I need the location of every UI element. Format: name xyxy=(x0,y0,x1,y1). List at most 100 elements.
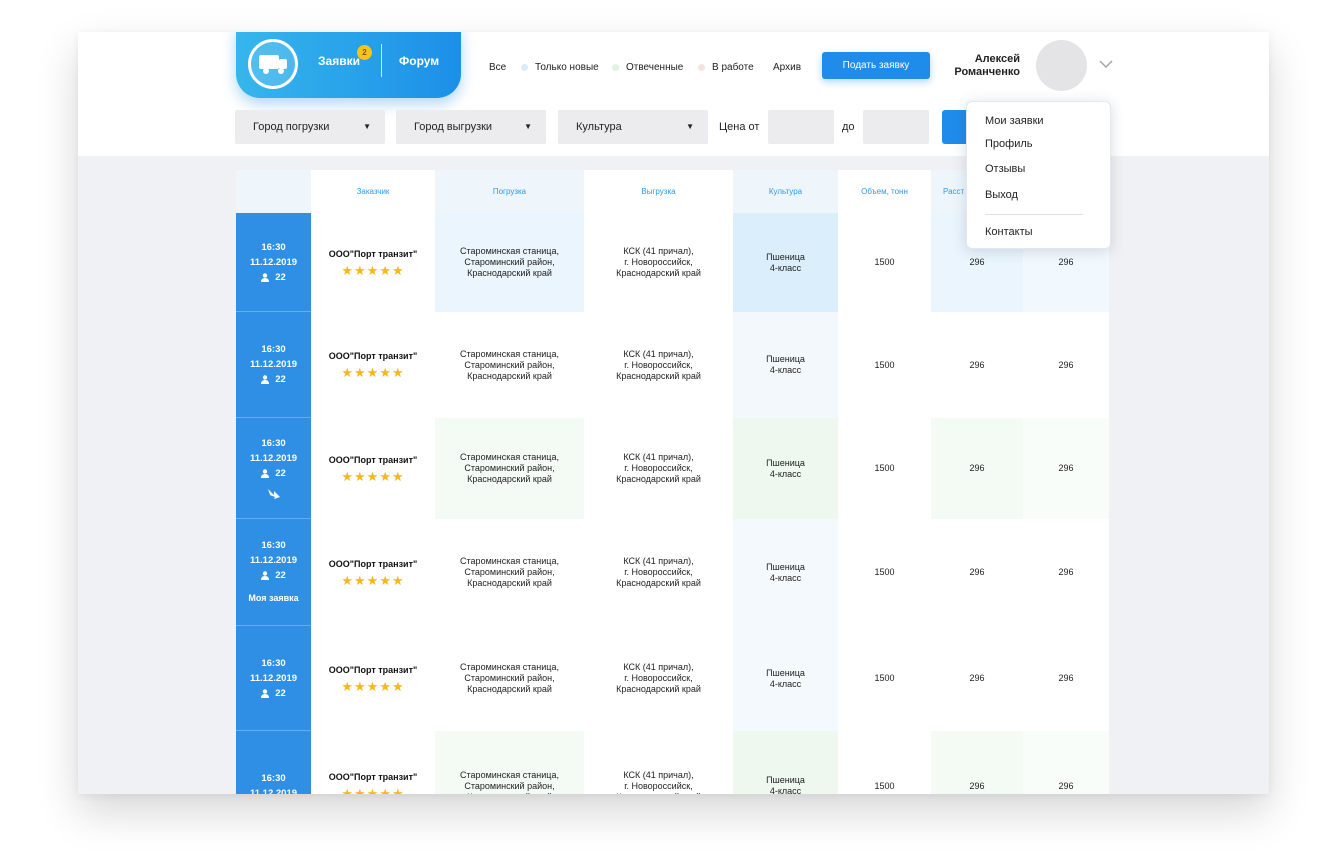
distance-cell: 296 xyxy=(931,312,1023,418)
caret-down-icon: ▼ xyxy=(524,122,532,131)
time: 16:30 xyxy=(261,344,286,355)
customer-name[interactable]: ООО"Порт транзит" xyxy=(329,665,418,676)
volume-cell: 1500 xyxy=(838,312,931,418)
volume-cell: 1500 xyxy=(838,626,931,731)
avatar[interactable] xyxy=(1036,40,1087,91)
menu-item-contacts[interactable]: Контакты xyxy=(985,226,1033,238)
person-icon xyxy=(261,375,270,384)
culture-class: 4-класс xyxy=(769,786,802,794)
participants: 22 xyxy=(261,568,286,583)
time: 16:30 xyxy=(261,772,286,784)
filter-archive[interactable]: Архив xyxy=(773,62,801,73)
customer-name[interactable]: ООО"Порт транзит" xyxy=(329,772,418,783)
culture-class: 4-класс xyxy=(769,365,802,375)
datetime-cell: 16:30 11.12.2019 xyxy=(236,731,311,794)
person-icon xyxy=(261,468,270,478)
customer-name[interactable]: ООО"Порт транзит" xyxy=(329,455,418,466)
price-to-input[interactable] xyxy=(863,110,929,144)
price-to-label: до xyxy=(842,121,855,133)
culture-name: Пшеница xyxy=(766,457,805,468)
unloading-cell: КСК (41 причал), г. Новороссийск, Красно… xyxy=(584,418,733,519)
filter-answered-label: Отвеченные xyxy=(626,62,684,73)
participants: 22 xyxy=(261,686,286,701)
date: 11.12.2019 xyxy=(249,672,298,684)
loading-line: Староминская станица, xyxy=(460,769,559,780)
customer-name[interactable]: ООО"Порт транзит" xyxy=(329,351,418,362)
customer-cell: ООО"Порт транзит" ★★★★★ xyxy=(311,418,435,519)
price-cell: 296 xyxy=(1023,626,1109,731)
person-icon xyxy=(261,688,270,698)
menu-item-my-requests[interactable]: Мои заявки xyxy=(985,115,1044,127)
rating-stars-icon: ★★★★★ xyxy=(341,678,405,694)
person-icon xyxy=(261,571,270,580)
customer-name[interactable]: ООО"Порт транзит" xyxy=(329,559,418,570)
unloading-cell: КСК (41 причал), г. Новороссийск, Красно… xyxy=(584,312,733,418)
culture-cell: Пшеница 4-класс xyxy=(733,626,838,731)
menu-item-reviews[interactable]: Отзывы xyxy=(985,163,1025,175)
participants-count: 22 xyxy=(275,570,286,581)
filter-answered[interactable]: Отвеченные xyxy=(612,62,683,73)
price-from-input[interactable] xyxy=(768,110,834,144)
culture-cell: Пшеница 4-класс xyxy=(733,418,838,519)
truck-logo-icon[interactable] xyxy=(248,39,298,89)
participants-count: 22 xyxy=(275,687,286,699)
rating-stars-icon: ★★★★★ xyxy=(341,468,405,484)
nav-requests[interactable]: Заявки xyxy=(318,54,360,68)
culture-label: Культура xyxy=(576,121,622,133)
unloading-line: Краснодарский край xyxy=(616,684,701,694)
datetime-cell: 16:30 11.12.2019 22 Моя заявка xyxy=(236,519,311,626)
loading-city-select[interactable]: Город погрузки ▼ xyxy=(235,110,385,144)
submit-request-button[interactable]: Подать заявку xyxy=(822,52,930,79)
unloading-city-select[interactable]: Город выгрузки ▼ xyxy=(396,110,546,144)
culture-name: Пшеница xyxy=(766,561,805,572)
filter-only-new[interactable]: Только новые xyxy=(521,62,599,73)
caret-down-icon: ▼ xyxy=(363,122,371,131)
loading-line: Староминский район, xyxy=(464,463,555,473)
unloading-cell: КСК (41 причал), г. Новороссийск, Красно… xyxy=(584,731,733,794)
user-menu-dropdown: Мои заявки Профиль Отзывы Выход Контакты xyxy=(966,101,1111,249)
rating-stars-icon: ★★★★★ xyxy=(341,262,405,278)
culture-name: Пшеница xyxy=(766,354,805,364)
filter-in-progress[interactable]: В работе xyxy=(698,62,754,73)
loading-cell: Староминская станица, Староминский район… xyxy=(435,626,584,731)
unloading-line: г. Новороссийск, xyxy=(624,359,693,370)
distance-cell: 296 xyxy=(931,731,1023,794)
participants-count: 22 xyxy=(275,271,286,283)
menu-item-profile[interactable]: Профиль xyxy=(985,138,1033,150)
table-row[interactable]: 16:30 11.12.2019 ООО"Порт транзит" ★★★★★… xyxy=(236,731,1109,794)
participants-count: 22 xyxy=(275,374,286,385)
loading-line: Староминский район, xyxy=(464,257,555,267)
customer-cell: ООО"Порт транзит" ★★★★★ xyxy=(311,731,435,794)
filter-archive-label: Архив xyxy=(773,62,802,73)
header-customer: Заказчик xyxy=(311,170,435,213)
table-row[interactable]: 16:30 11.12.2019 22 Моя заявка ООО"Порт т… xyxy=(236,519,1109,626)
loading-cell: Староминская станица, Староминский район… xyxy=(435,519,584,626)
distance-cell: 296 xyxy=(931,626,1023,731)
nav-forum[interactable]: Форум xyxy=(399,54,439,68)
unloading-line: г. Новороссийск, xyxy=(624,780,693,791)
table-row[interactable]: 16:30 11.12.2019 22 ООО"Порт транзит" ★★… xyxy=(236,418,1109,519)
unloading-line: Краснодарский край xyxy=(616,370,701,381)
unloading-cell: КСК (41 причал), г. Новороссийск, Красно… xyxy=(584,626,733,731)
loading-line: Староминский район, xyxy=(464,359,555,370)
datetime-cell: 16:30 11.12.2019 22 xyxy=(236,626,311,731)
reply-arrow-icon[interactable] xyxy=(266,487,282,501)
table-row[interactable]: 16:30 11.12.2019 22 ООО"Порт транзит" ★★… xyxy=(236,626,1109,731)
unloading-line: г. Новороссийск, xyxy=(624,567,693,577)
table-row[interactable]: 16:30 11.12.2019 22 ООО"Порт транзит" ★★… xyxy=(236,312,1109,418)
header-loading: Погрузка xyxy=(435,170,584,213)
chevron-down-icon[interactable] xyxy=(1099,60,1113,69)
user-name[interactable]: Алексей Романченко xyxy=(938,53,1020,79)
loading-line: Староминская станица, xyxy=(460,452,559,462)
culture-class: 4-класс xyxy=(769,262,802,273)
customer-name[interactable]: ООО"Порт транзит" xyxy=(329,249,418,260)
customer-cell: ООО"Порт транзит" ★★★★★ xyxy=(311,213,435,312)
loading-line: Староминская станица, xyxy=(460,662,559,672)
filter-all[interactable]: Все xyxy=(489,62,506,73)
culture-select[interactable]: Культура ▼ xyxy=(558,110,708,144)
participants: 22 xyxy=(261,372,286,387)
menu-item-logout[interactable]: Выход xyxy=(985,189,1018,201)
date: 11.12.2019 xyxy=(249,256,298,268)
logo-nav-block: Заявки 2 Форум xyxy=(236,32,461,98)
requests-table: Заказчик Погрузка Выгрузка Культура Объе… xyxy=(236,170,1109,794)
